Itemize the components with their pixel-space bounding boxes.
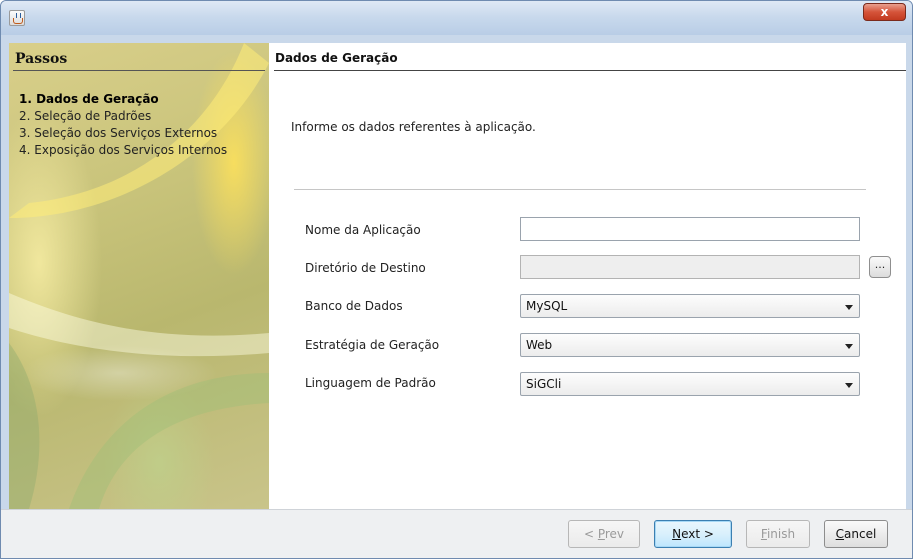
close-button[interactable]: x: [863, 3, 906, 21]
estrategia-geracao-select[interactable]: Web: [520, 333, 860, 357]
chevron-down-icon: [845, 344, 853, 349]
button-bar: < Prev Next > Finish Cancel: [1, 509, 912, 558]
step-selecao-padroes: 2. Seleção de Padrões: [19, 109, 152, 123]
steps-sidebar: Passos 1. Dados de Geração 2. Seleção de…: [9, 43, 269, 509]
browse-button[interactable]: ...: [869, 256, 891, 278]
finish-button[interactable]: Finish: [746, 520, 810, 548]
nome-aplicacao-label: Nome da Aplicação: [305, 223, 421, 237]
chevron-down-icon: [845, 305, 853, 310]
banco-dados-value: MySQL: [526, 299, 568, 313]
estrategia-geracao-value: Web: [526, 338, 553, 352]
linguagem-padrao-label: Linguagem de Padrão: [305, 376, 436, 390]
linguagem-padrao-select[interactable]: SiGCli: [520, 372, 860, 396]
wizard-window: x Passos 1. Dados de Geração 2. Seleção …: [0, 0, 913, 559]
linguagem-padrao-value: SiGCli: [526, 377, 562, 391]
estrategia-geracao-label: Estratégia de Geração: [305, 338, 440, 352]
banco-dados-select[interactable]: MySQL: [520, 294, 860, 318]
java-cup-icon: [9, 10, 25, 26]
title-bar[interactable]: x: [1, 1, 912, 35]
intro-text: Informe os dados referentes à aplicação.: [291, 120, 536, 134]
prev-button[interactable]: < Prev: [568, 520, 640, 548]
banco-dados-label: Banco de Dados: [305, 299, 403, 313]
step-servicos-externos: 3. Seleção dos Serviços Externos: [19, 126, 218, 140]
panel-title: Dados de Geração: [274, 51, 906, 71]
steps-list: 1. Dados de Geração 2. Seleção de Padrõe…: [19, 91, 227, 159]
cancel-button[interactable]: Cancel: [824, 520, 888, 548]
nome-aplicacao-input[interactable]: [520, 217, 860, 241]
step-servicos-internos: 4. Exposição dos Serviços Internos: [19, 143, 228, 157]
wizard-content: Passos 1. Dados de Geração 2. Seleção de…: [9, 43, 906, 509]
chevron-down-icon: [845, 383, 853, 388]
step-dados-geracao: 1. Dados de Geração: [19, 92, 159, 106]
steps-heading: Passos: [13, 51, 265, 71]
separator: [294, 189, 866, 190]
diretorio-destino-label: Diretório de Destino: [305, 261, 426, 275]
next-button[interactable]: Next >: [654, 520, 732, 548]
diretorio-destino-input[interactable]: [520, 255, 860, 279]
